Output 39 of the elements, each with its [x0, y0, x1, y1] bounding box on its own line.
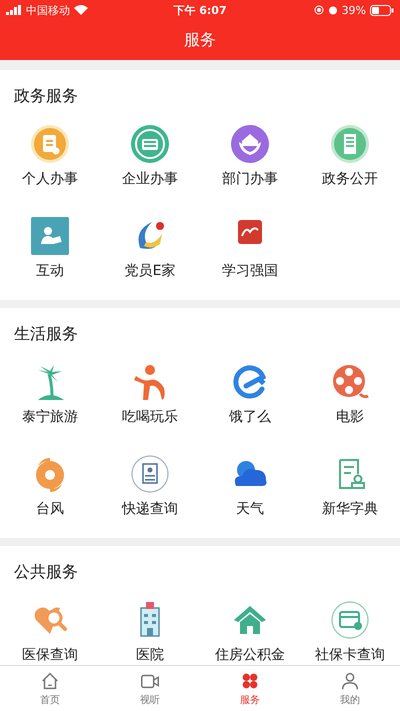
- section-title: 生活服务: [13, 323, 79, 345]
- service-item[interactable]: 快递查询: [100, 446, 200, 538]
- service-item[interactable]: 住房公积金: [200, 592, 300, 665]
- service-item[interactable]: 个人办事: [0, 116, 100, 208]
- service-item[interactable]: 社保卡查询: [300, 592, 400, 665]
- signal-icon: [6, 5, 22, 15]
- service-item[interactable]: 医院: [100, 592, 200, 665]
- service-item[interactable]: 泰宁旅游: [0, 354, 100, 446]
- service-item[interactable]: 党员E家: [100, 208, 200, 300]
- carrier-name: 中国移动: [26, 2, 70, 18]
- service-item[interactable]: 台风: [0, 446, 100, 538]
- battery-icon: [370, 4, 394, 16]
- wifi-icon: [74, 5, 88, 15]
- page-title: 服务: [183, 28, 217, 50]
- house-hands-icon: [230, 124, 270, 164]
- service-item[interactable]: 天气: [200, 446, 300, 538]
- tab[interactable]: 服务: [200, 666, 300, 711]
- service-item[interactable]: 新华字典: [300, 446, 400, 538]
- person-icon: [339, 670, 361, 692]
- service-item[interactable]: 学习强国: [200, 208, 300, 300]
- service-item[interactable]: 政务公开: [300, 116, 400, 208]
- document-icon: [130, 454, 170, 494]
- service-item[interactable]: 部门办事: [200, 116, 300, 208]
- section-title: 政务服务: [13, 85, 79, 107]
- card-icon: [330, 600, 370, 640]
- battery-percent: 39%: [342, 4, 366, 16]
- person-icon: [30, 216, 70, 256]
- service-item[interactable]: 吃喝玩乐: [100, 354, 200, 446]
- service-item[interactable]: 企业办事: [100, 116, 200, 208]
- service-item[interactable]: 电影: [300, 354, 400, 446]
- service-item[interactable]: 医保查询: [0, 592, 100, 665]
- service-item[interactable]: 饿了么: [200, 354, 300, 446]
- service-item[interactable]: 互动: [0, 208, 100, 300]
- clipboard-icon: [30, 124, 70, 164]
- tab[interactable]: 我的: [300, 666, 400, 711]
- tab[interactable]: 首页: [0, 666, 100, 711]
- status-time: 下午 6:07: [173, 2, 227, 18]
- tab[interactable]: 视听: [100, 666, 200, 711]
- section-title: 公共服务: [13, 561, 79, 583]
